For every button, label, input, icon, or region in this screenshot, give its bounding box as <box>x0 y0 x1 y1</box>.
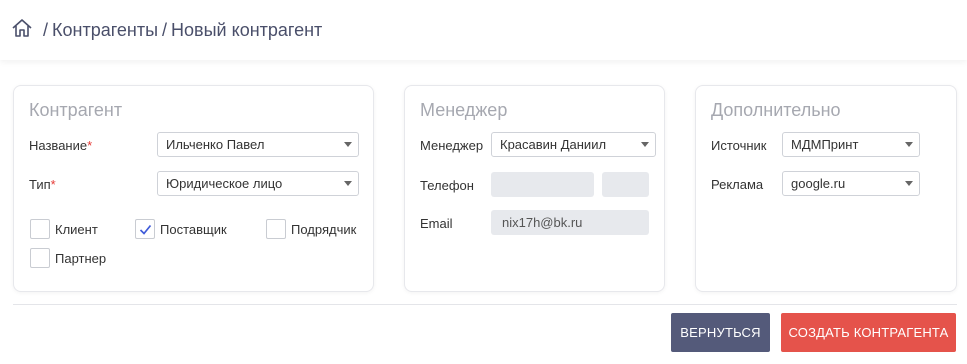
name-select[interactable]: Ильченко Павел <box>157 132 359 157</box>
type-select[interactable]: Юридическое лицо <box>157 171 359 196</box>
type-select-value: Юридическое лицо <box>166 176 283 191</box>
manager-card-title: Менеджер <box>420 100 508 120</box>
breadcrumb-separator: / <box>43 19 49 40</box>
name-label-text: Название <box>29 138 88 153</box>
additional-card: Дополнительно Источник МДМПринт Реклама … <box>695 85 957 292</box>
name-select-value: Ильченко Павел <box>166 137 265 152</box>
checkbox-contractor-label: Подрядчик <box>291 221 357 237</box>
required-mark: * <box>50 177 56 192</box>
ad-select-value: google.ru <box>791 176 846 191</box>
checkbox-partner-label: Партнер <box>55 250 107 266</box>
ad-label: Реклама <box>711 177 764 192</box>
ad-select[interactable]: google.ru <box>782 171 920 196</box>
phone-ext-input[interactable] <box>602 172 649 197</box>
breadcrumb-separator: / <box>162 19 168 40</box>
back-button[interactable]: ВЕРНУТЬСЯ <box>671 313 770 352</box>
home-icon[interactable] <box>11 17 33 39</box>
type-label: Тип* <box>29 177 56 192</box>
footer-divider <box>13 304 957 305</box>
check-icon <box>139 224 152 235</box>
chevron-down-icon <box>905 181 913 186</box>
create-contractor-button[interactable]: СОЗДАТЬ КОНТРАГЕНТА <box>781 313 956 352</box>
type-label-text: Тип <box>29 177 51 192</box>
checkbox-client-label: Клиент <box>55 221 98 237</box>
required-mark: * <box>87 138 93 153</box>
checkbox-box[interactable] <box>30 219 50 239</box>
manager-label: Менеджер <box>420 138 484 153</box>
checkbox-supplier[interactable]: Поставщик <box>135 219 227 239</box>
name-label: Название* <box>29 138 92 153</box>
checkbox-client[interactable]: Клиент <box>30 219 98 239</box>
chevron-down-icon <box>905 142 913 147</box>
contractor-card-title: Контрагент <box>29 100 123 120</box>
checkbox-box[interactable] <box>30 248 50 268</box>
chevron-down-icon <box>641 142 649 147</box>
breadcrumb: / Контрагенты / Новый контрагент <box>0 0 967 60</box>
checkbox-box[interactable] <box>266 219 286 239</box>
manager-select[interactable]: Красавин Даниил <box>491 132 656 157</box>
chevron-down-icon <box>344 142 352 147</box>
breadcrumb-item-contractors[interactable]: Контрагенты <box>52 20 158 41</box>
checkbox-partner[interactable]: Партнер <box>30 248 106 268</box>
checkbox-contractor[interactable]: Подрядчик <box>266 219 356 239</box>
email-label: Email <box>420 216 453 231</box>
email-field[interactable]: nix17h@bk.ru <box>491 210 649 235</box>
source-select-value: МДМПринт <box>791 137 859 152</box>
checkbox-box[interactable] <box>135 219 155 239</box>
source-select[interactable]: МДМПринт <box>782 132 920 157</box>
manager-select-value: Красавин Даниил <box>500 137 607 152</box>
source-label: Источник <box>711 138 767 153</box>
breadcrumb-item-new-contractor: Новый контрагент <box>171 19 323 40</box>
contractor-card: Контрагент Название* Ильченко Павел Тип*… <box>13 85 374 292</box>
phone-label: Телефон <box>420 178 474 193</box>
phone-input[interactable] <box>491 172 594 197</box>
chevron-down-icon <box>344 181 352 186</box>
checkbox-supplier-label: Поставщик <box>160 221 227 237</box>
manager-card: Менеджер Менеджер Красавин Даниил Телефо… <box>404 85 665 292</box>
additional-card-title: Дополнительно <box>711 100 841 120</box>
